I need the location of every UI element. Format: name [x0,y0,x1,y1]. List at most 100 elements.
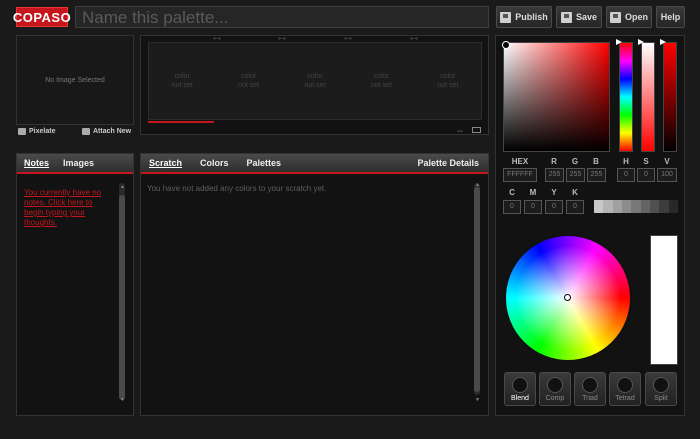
swatch-text: color [174,73,190,80]
s-label: S [643,157,649,166]
r-field[interactable]: 255 [545,168,564,182]
arrows-icon[interactable]: ⇔ [456,126,464,135]
publish-button[interactable]: Publish [496,6,552,28]
m-label: M [529,188,537,197]
swatch-lock-icon[interactable]: ⋄▫⋄ [344,36,352,42]
h-label: H [623,157,629,166]
mode-split-button[interactable]: Split [645,372,677,406]
scratch-scrollbar[interactable] [474,183,480,395]
scroll-down-icon[interactable]: ▼ [475,397,480,403]
r-label: R [551,157,557,166]
save-button[interactable]: Save [556,6,602,28]
swatch-text: color [241,73,257,80]
scratch-empty-text: You have not added any colors to your sc… [147,184,327,193]
mode-tetrad-button[interactable]: Tetrad [609,372,641,406]
help-button[interactable]: Help [656,6,685,28]
publish-icon [500,11,512,23]
hex-field[interactable]: FFFFFF [503,168,537,182]
saturation-slider[interactable] [641,42,655,152]
swatch-text: color [440,73,456,80]
swatch-text: not set [171,82,193,89]
palette-progress-bar [148,121,214,123]
swatch-slot[interactable]: color not set [149,43,215,119]
image-preview[interactable]: No Image Selected [16,35,134,125]
swatch-text: not set [437,82,459,89]
gray-swatch[interactable] [640,200,650,213]
v-field[interactable]: 100 [657,168,677,182]
g-field[interactable]: 255 [566,168,585,182]
scroll-down-icon[interactable]: ▼ [120,397,125,403]
g-label: G [571,157,579,166]
swatch-lock-icon[interactable]: ⋄▫⋄ [410,36,418,42]
scroll-up-icon[interactable]: ▲ [120,184,125,190]
saturation-value-field[interactable] [503,42,610,152]
gray-swatch[interactable] [594,200,604,213]
gray-swatch[interactable] [603,200,613,213]
mode-blend-button[interactable]: Blend [504,372,536,406]
sv-cursor[interactable] [502,41,510,49]
gray-swatch[interactable] [668,200,678,213]
gray-swatch[interactable] [631,200,641,213]
attach-icon [82,128,90,135]
tab-colors[interactable]: Colors [193,158,236,168]
palette-name-input[interactable]: Name this palette... [75,6,489,28]
notes-scrollbar[interactable] [119,183,125,400]
y-label: Y [551,188,557,197]
help-label: Help [660,12,681,22]
split-knob-icon [653,377,669,393]
hue-slider[interactable] [619,42,633,152]
b-field[interactable]: 255 [587,168,606,182]
mode-label: Triad [582,395,598,402]
v-label: V [664,157,670,166]
value-slider[interactable] [663,42,677,152]
tab-images[interactable]: Images [56,158,101,168]
mode-triad-button[interactable]: Triad [574,372,606,406]
app-logo[interactable]: COPASO [13,7,71,27]
gray-swatch[interactable] [612,200,622,213]
triad-knob-icon [582,377,598,393]
attach-new-button[interactable]: Attach New [82,128,131,135]
gray-swatch[interactable] [649,200,660,213]
pixelate-icon [18,128,26,135]
y-field[interactable]: 0 [545,200,563,214]
k-field[interactable]: 0 [566,200,584,214]
s-field[interactable]: 0 [637,168,655,182]
swatch-slot[interactable]: color not set [215,43,281,119]
c-label: C [509,188,515,197]
swatch-strip: color not set color not set color not set c… [148,42,482,120]
tab-scratch[interactable]: Scratch [142,158,189,174]
m-field[interactable]: 0 [524,200,542,214]
tab-palettes[interactable]: Palettes [240,158,289,168]
gray-swatch[interactable] [621,200,632,213]
scroll-up-icon[interactable]: ▲ [475,182,480,188]
swatch-lock-icon[interactable]: ⋄▫⋄ [213,36,221,42]
mode-comp-button[interactable]: Comp [539,372,571,406]
h-field[interactable]: 0 [617,168,635,182]
swatch-slot[interactable]: color not set [415,43,481,119]
open-icon [609,11,621,23]
c-field[interactable]: 0 [503,200,521,214]
swatch-lock-icon[interactable]: ⋄▫⋄ [278,36,286,42]
swatch-text: color [307,73,323,80]
swatch-slot[interactable]: color not set [282,43,348,119]
color-preview [650,235,678,365]
swatch-slot[interactable]: color not set [348,43,414,119]
tab-notes[interactable]: Notes [17,158,56,174]
wheel-cursor[interactable] [564,294,571,301]
k-label: K [572,188,578,197]
no-image-text: No Image Selected [45,76,105,84]
pixelate-button[interactable]: Pixelate [18,128,55,135]
swatch-text: not set [370,82,392,89]
gray-swatch[interactable] [659,200,669,213]
open-button[interactable]: Open [606,6,652,28]
swatch-text: color [373,73,390,80]
comp-knob-icon [547,377,563,393]
b-label: B [593,157,599,166]
hex-label: HEX [511,157,529,166]
tetrad-knob-icon [617,377,633,393]
center-tabbar: Scratch Colors Palettes Palette Details [141,154,488,174]
palette-details-button[interactable]: Palette Details [410,158,486,168]
fullscreen-icon[interactable] [472,127,481,133]
mode-label: Blend [511,395,529,402]
notes-empty-text[interactable]: You currently have no notes. Click here … [24,188,110,228]
